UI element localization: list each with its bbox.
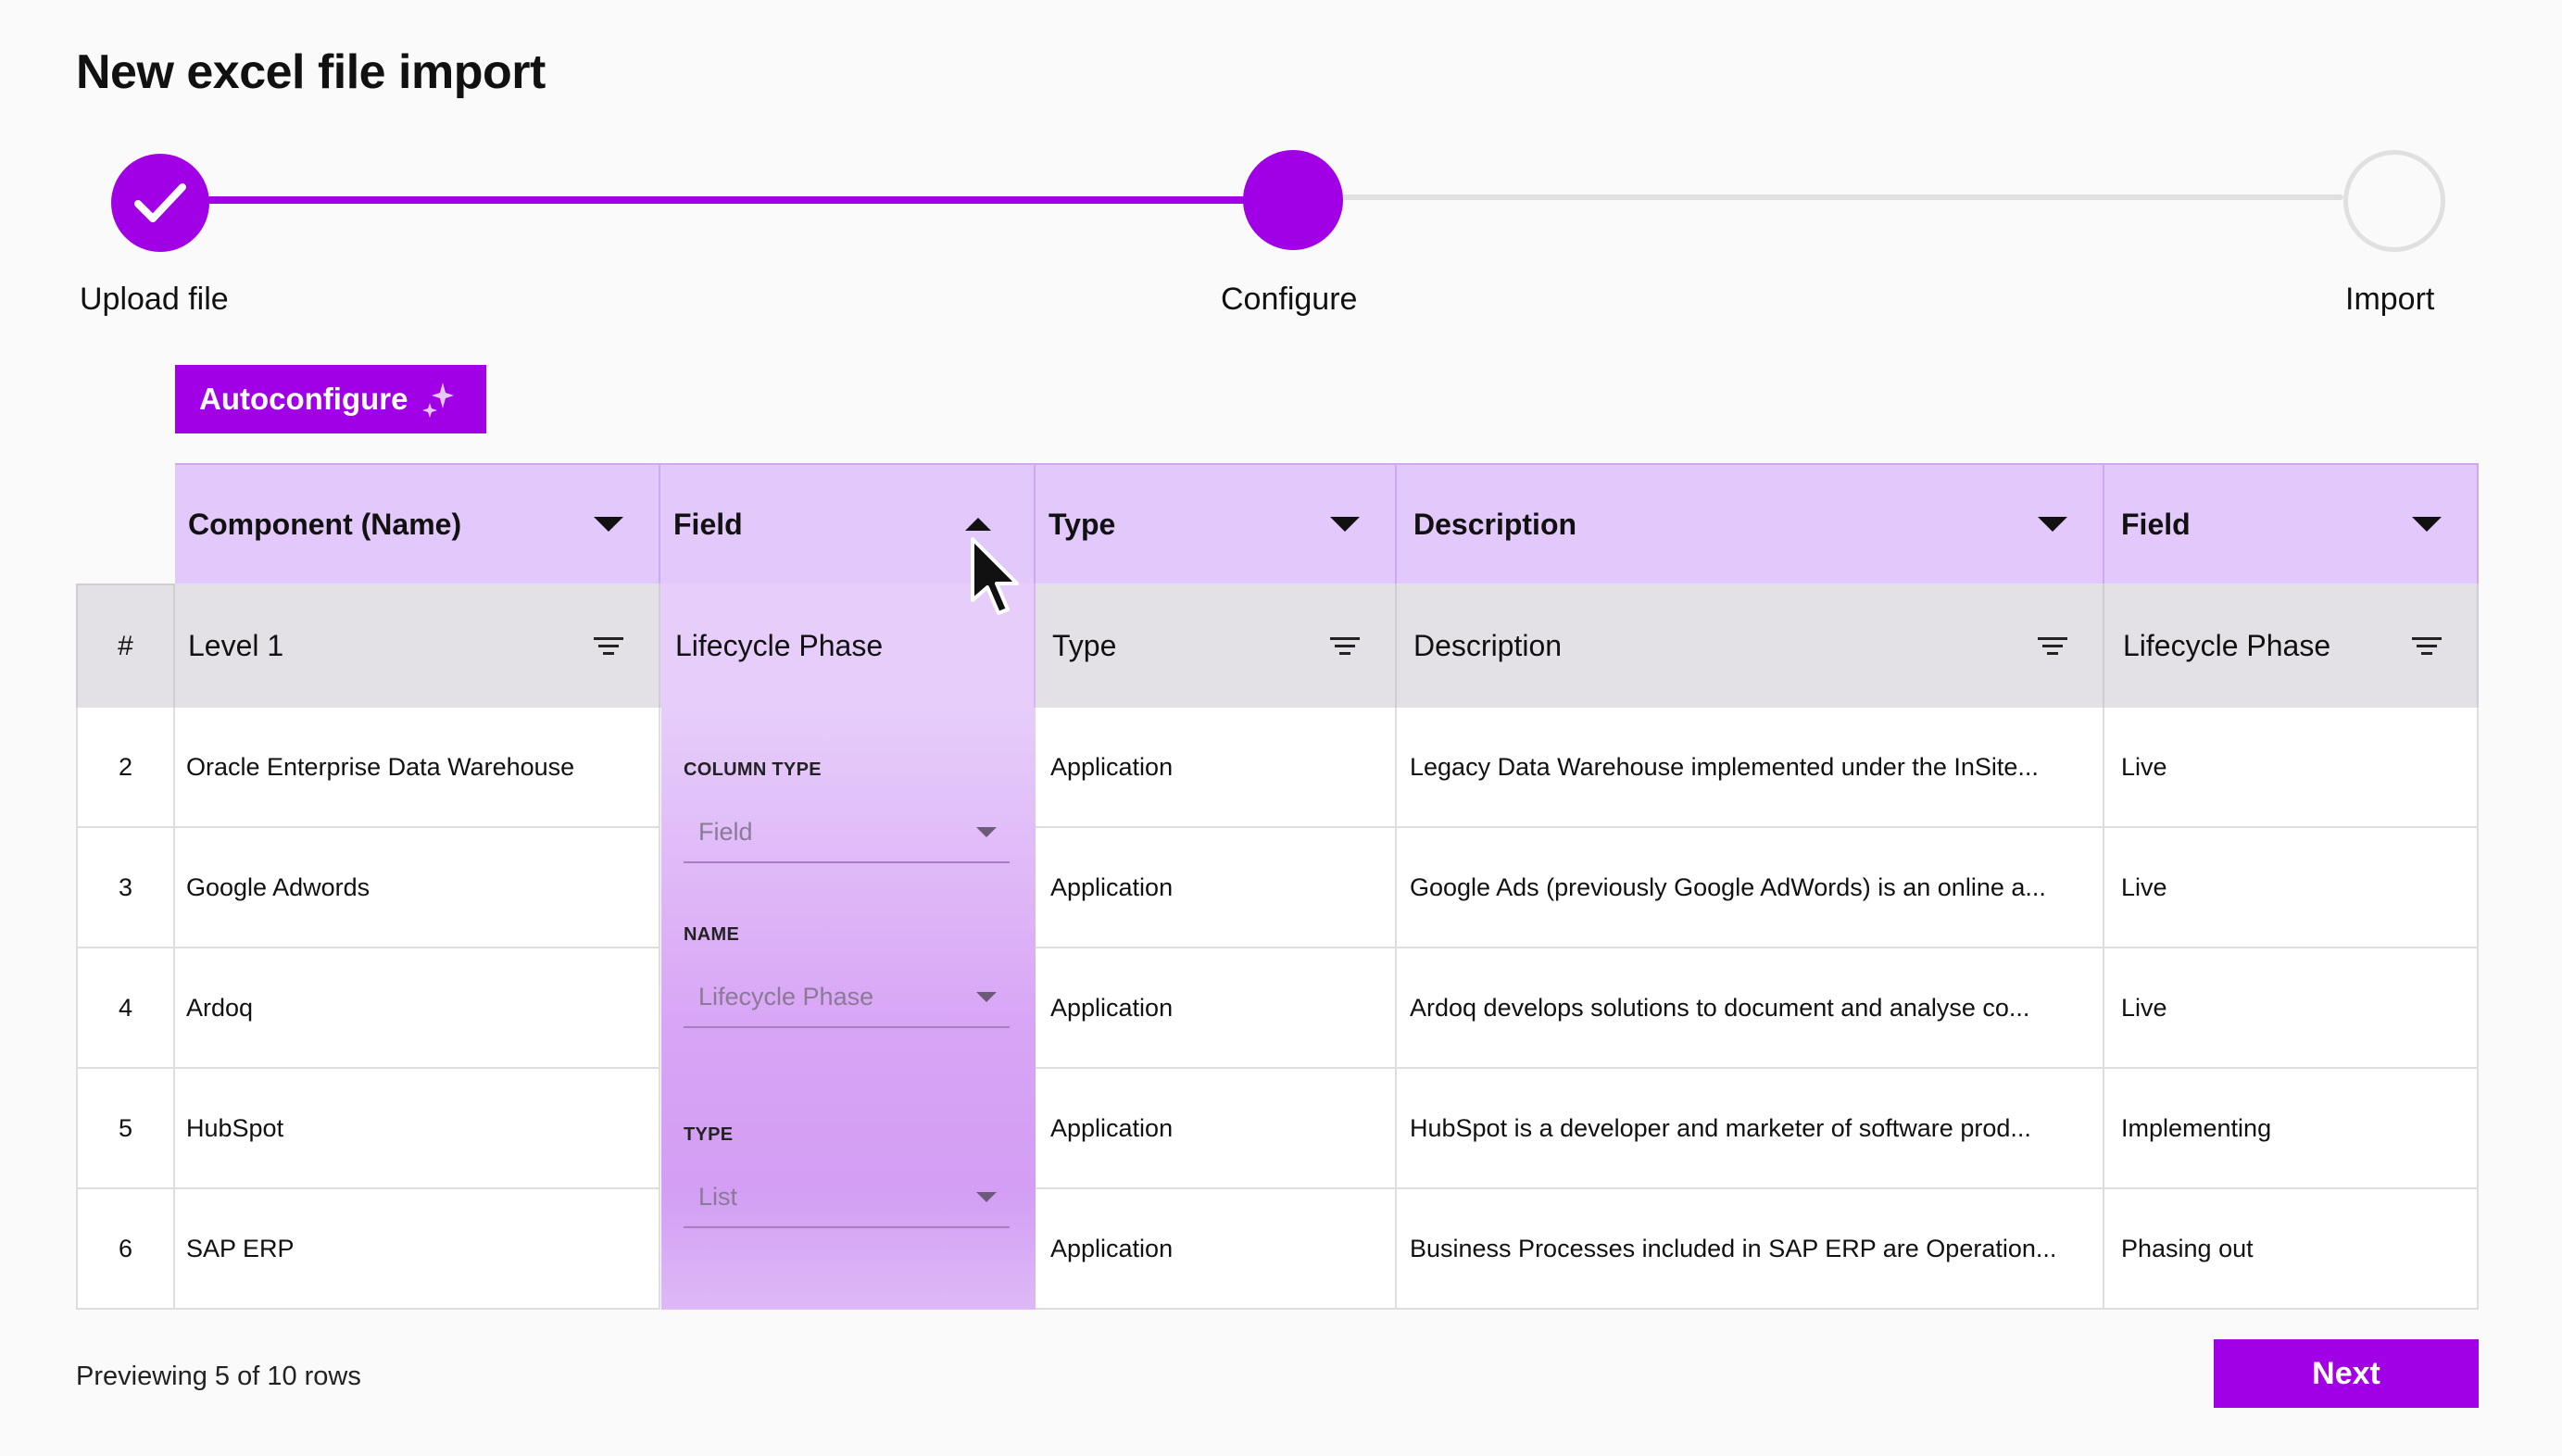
chevron-down-icon — [976, 1191, 997, 1202]
chevron-down-icon — [976, 991, 997, 1002]
source-header-description: Description — [1397, 584, 2104, 708]
row-number: 6 — [76, 1189, 175, 1310]
type-label: TYPE — [684, 1124, 734, 1145]
row-number: 5 — [76, 1069, 175, 1189]
chevron-up-icon[interactable] — [965, 518, 991, 531]
row-component-name: SAP ERP — [175, 1189, 660, 1310]
source-header-label: Type — [1052, 628, 1117, 662]
source-header-lifecycle-phase: Lifecycle Phase — [2104, 584, 2479, 708]
mapping-header-type[interactable]: Type — [1036, 463, 1397, 584]
field-config-panel: COLUMN TYPE Field NAME Lifecycle Phase T… — [661, 708, 1036, 1310]
row-component-name: Ardoq — [175, 948, 660, 1069]
source-header-type: Type — [1036, 584, 1397, 708]
row-lifecycle-phase: Live — [2104, 708, 2479, 828]
row-number: 2 — [76, 708, 175, 828]
source-header-label: Lifecycle Phase — [675, 628, 884, 662]
source-header-label: Description — [1413, 628, 1563, 662]
row-number: 4 — [76, 948, 175, 1069]
row-lifecycle-phase: Phasing out — [2104, 1189, 2479, 1310]
row-component-name: Google Adwords — [175, 828, 660, 948]
step-configure[interactable] — [1243, 150, 1343, 250]
step-import[interactable] — [2343, 150, 2445, 252]
step-label-upload-file: Upload file — [80, 282, 229, 317]
row-type: Application — [1036, 1189, 1397, 1310]
mapping-header-label: Description — [1413, 507, 1577, 541]
column-type-value: Field — [698, 817, 753, 846]
mapping-header-label: Component (Name) — [188, 507, 462, 541]
mapping-header-label: Field — [673, 507, 743, 541]
sparkle-icon — [422, 383, 455, 418]
column-type-select[interactable]: Field — [684, 802, 1010, 863]
source-header-label: Lifecycle Phase — [2123, 628, 2331, 662]
chevron-down-icon[interactable] — [594, 517, 623, 532]
row-component-name: Oracle Enterprise Data Warehouse — [175, 708, 660, 828]
chevron-down-icon[interactable] — [2038, 517, 2067, 532]
source-header-index: # — [76, 584, 175, 708]
mapping-header-field[interactable]: Field — [2104, 463, 2479, 584]
mapping-header-component-name[interactable]: Component (Name) — [175, 463, 660, 584]
row-lifecycle-phase: Implementing — [2104, 1069, 2479, 1189]
row-description: Business Processes included in SAP ERP a… — [1397, 1189, 2104, 1310]
preview-status: Previewing 5 of 10 rows — [76, 1362, 361, 1391]
filter-icon[interactable] — [2412, 636, 2442, 655]
row-description: HubSpot is a developer and marketer of s… — [1397, 1069, 2104, 1189]
row-type: Application — [1036, 708, 1397, 828]
name-value: Lifecycle Phase — [698, 982, 874, 1010]
row-type: Application — [1036, 1069, 1397, 1189]
name-select[interactable]: Lifecycle Phase — [684, 967, 1010, 1028]
type-select[interactable]: List — [684, 1167, 1010, 1228]
row-component-name: HubSpot — [175, 1069, 660, 1189]
step-label-import: Import — [2345, 282, 2435, 317]
mapping-header-description[interactable]: Description — [1397, 463, 2104, 584]
column-type-label: COLUMN TYPE — [684, 759, 822, 780]
next-button[interactable]: Next — [2214, 1339, 2479, 1408]
chevron-down-icon[interactable] — [1330, 517, 1360, 532]
step-upload-file[interactable] — [111, 154, 209, 252]
check-icon — [134, 183, 186, 222]
type-value: List — [698, 1182, 738, 1211]
row-number: 3 — [76, 828, 175, 948]
row-lifecycle-phase: Live — [2104, 948, 2479, 1069]
chevron-down-icon — [976, 826, 997, 837]
page-title: New excel file import — [76, 45, 546, 99]
step-label-configure: Configure — [1221, 282, 1358, 317]
autoconfigure-button[interactable]: Autoconfigure — [175, 365, 486, 433]
filter-icon[interactable] — [2038, 636, 2067, 655]
mapping-header-label: Field — [2121, 507, 2191, 541]
stepper-track-pending — [1297, 195, 2343, 200]
source-header-index-label: # — [118, 631, 133, 661]
stepper-track-complete — [157, 196, 1297, 204]
mouse-cursor-icon — [971, 537, 1019, 615]
chevron-down-icon[interactable] — [2412, 517, 2442, 532]
filter-icon[interactable] — [1330, 636, 1360, 655]
row-description: Ardoq develops solutions to document and… — [1397, 948, 2104, 1069]
source-header-label: Level 1 — [188, 628, 284, 662]
row-type: Application — [1036, 948, 1397, 1069]
row-lifecycle-phase: Live — [2104, 828, 2479, 948]
mapping-header-label: Type — [1049, 507, 1116, 541]
source-header-level-1: Level 1 — [175, 584, 660, 708]
name-label: NAME — [684, 924, 740, 945]
row-type: Application — [1036, 828, 1397, 948]
autoconfigure-label: Autoconfigure — [199, 382, 408, 416]
filter-icon[interactable] — [594, 636, 623, 655]
row-description: Legacy Data Warehouse implemented under … — [1397, 708, 2104, 828]
row-description: Google Ads (previously Google AdWords) i… — [1397, 828, 2104, 948]
